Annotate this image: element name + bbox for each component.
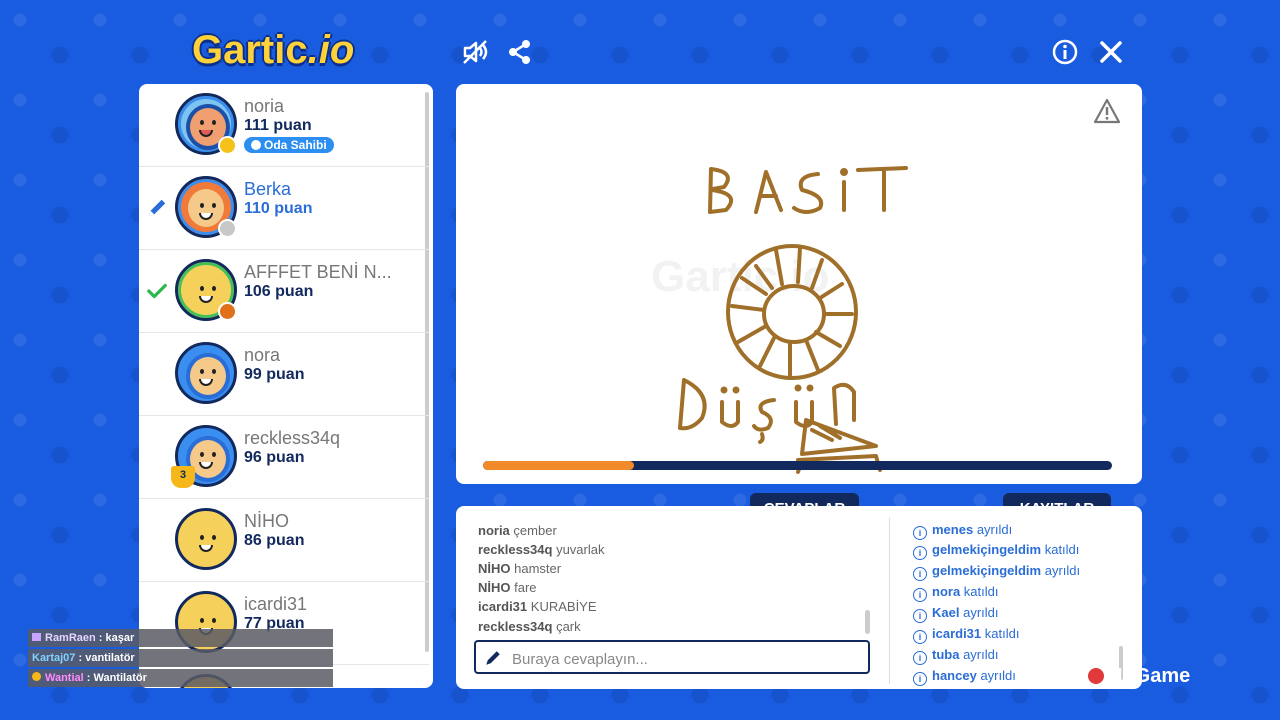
share-icon[interactable] <box>503 35 537 69</box>
info-icon: i <box>913 546 927 560</box>
panel-divider <box>889 518 890 684</box>
player-score: 86 puan <box>244 532 305 549</box>
answer-item: NİHO hamster <box>478 561 562 576</box>
status-dot <box>218 219 237 238</box>
info-icon: i <box>913 651 927 665</box>
player-name: Berka <box>244 179 292 199</box>
chat-badge-icon <box>32 633 41 641</box>
player-name: noria <box>244 96 285 116</box>
player-score: 110 puan <box>244 200 313 217</box>
player-row[interactable]: noria 111 puan Oda Sahibi <box>139 84 429 167</box>
player-drawing <box>678 166 908 474</box>
logo-text: Gartic <box>192 28 308 72</box>
avatar <box>175 508 237 570</box>
mute-icon[interactable] <box>458 35 492 69</box>
players-panel: noria 111 puan Oda Sahibi Berka 110 puan <box>139 84 433 688</box>
timer-fill <box>483 461 634 470</box>
close-icon[interactable] <box>1094 35 1128 69</box>
check-icon <box>147 283 167 299</box>
info-icon[interactable] <box>1048 35 1082 69</box>
player-row[interactable]: nora 99 puan <box>139 333 429 416</box>
trophy-icon: 3 <box>171 466 195 488</box>
answer-item: icardi31 KURABİYE <box>478 599 597 614</box>
answer-item: reckless34q yuvarlak <box>478 542 605 557</box>
status-dot <box>218 302 237 321</box>
player-score: 106 puan <box>244 283 314 300</box>
nogame-logo-icon <box>1088 668 1104 684</box>
answer-item: reckless34q çark <box>478 619 581 634</box>
answer-item: noria çember <box>478 523 557 538</box>
answer-item: NİHO fare <box>478 580 537 595</box>
log-item: i icardi31 katıldı <box>913 626 1019 644</box>
info-icon: i <box>913 672 927 686</box>
log-item: i gelmekiçingeldim ayrıldı <box>913 563 1080 581</box>
player-name: icardi31 <box>244 594 308 614</box>
log-item: i nora katıldı <box>913 584 998 602</box>
player-score: 96 puan <box>244 449 305 466</box>
log-item: i Kael ayrıldı <box>913 605 999 623</box>
info-icon: i <box>913 588 927 602</box>
logo-suffix: .io <box>307 28 355 72</box>
log-item: i hancey ayrıldı <box>913 668 1016 686</box>
chat-badge-icon <box>32 672 41 681</box>
player-row[interactable]: AFFFET BENİ N... 106 puan <box>139 250 429 333</box>
answer-field[interactable] <box>474 640 870 674</box>
player-row[interactable]: Berka 110 puan <box>139 167 429 250</box>
stream-chat-line: RamRaen : kaşar <box>28 629 333 647</box>
info-icon: i <box>913 630 927 644</box>
log-item: i gelmekiçingeldim katıldı <box>913 542 1079 560</box>
status-dot <box>218 136 237 155</box>
info-icon: i <box>913 567 927 581</box>
player-row[interactable]: NİHO 86 puan <box>139 499 429 582</box>
log-item: i tuba ayrıldı <box>913 647 998 665</box>
player-name: reckless34q <box>244 428 341 448</box>
player-name: nora <box>244 345 281 365</box>
gartic-logo: Gartic.io <box>192 28 354 73</box>
timer-bar <box>483 461 1112 470</box>
avatar <box>175 342 237 404</box>
player-score: 111 puan <box>244 117 312 134</box>
crown-icon <box>251 140 261 150</box>
pencil-icon <box>486 651 500 665</box>
player-row[interactable]: 3 reckless34q 96 puan <box>139 416 429 499</box>
log-item: i menes ayrıldı <box>913 522 1012 540</box>
answer-input[interactable] <box>510 648 864 670</box>
player-name: NİHO <box>244 511 289 531</box>
pencil-icon <box>148 199 166 217</box>
info-icon: i <box>913 609 927 623</box>
stream-chat-line: Kartaj07 : vantilatör <box>28 649 333 667</box>
room-owner-badge: Oda Sahibi <box>244 137 334 153</box>
drawing-canvas[interactable]: Gartic.io <box>456 84 1142 484</box>
player-score: 99 puan <box>244 366 305 383</box>
answers-log-panel: noria çember reckless34q yuvarlak NİHO h… <box>456 506 1142 689</box>
stream-watermark: NoGame <box>1088 665 1190 688</box>
stream-chat-line: Wantial : Wantilatör <box>28 669 333 687</box>
answers-scrollbar[interactable] <box>865 610 870 634</box>
info-icon: i <box>913 526 927 540</box>
player-name: AFFFET BENİ N... <box>244 262 392 282</box>
